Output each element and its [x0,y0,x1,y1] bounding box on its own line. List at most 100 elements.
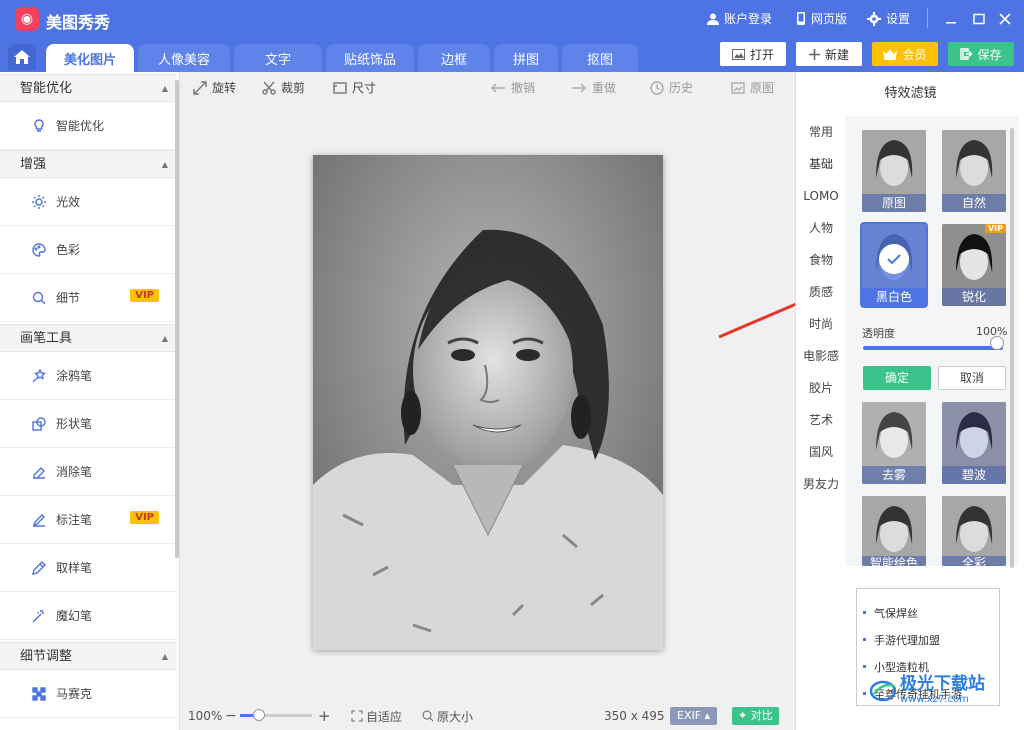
tab-stickers[interactable]: 贴纸饰品 [326,44,414,72]
filter-thumbnail[interactable]: 原图 [862,130,926,212]
filter-thumbnail[interactable]: 智能绘色 [862,496,926,566]
rotate-button[interactable]: 旋转 [193,79,236,96]
filter-label: 智能绘色 [862,556,926,566]
category-item[interactable]: 胶片 [796,372,846,404]
zoom-slider[interactable] [240,714,312,717]
redo-button[interactable]: 重做 [571,79,616,96]
minimize-icon [946,22,956,24]
tool-magic-pen[interactable]: 魔幻笔 [0,592,176,640]
account-login-button[interactable]: 账户登录 [707,10,772,27]
compare-button[interactable]: ✦ 对比 [732,707,779,725]
tool-doodle-pen[interactable]: 涂鸦笔 [0,352,176,400]
tool-sample-pen[interactable]: 取样笔 [0,544,176,592]
original-button[interactable]: 原图 [731,79,774,96]
tool-light[interactable]: 光效 [0,178,176,226]
category-item[interactable]: 质感 [796,276,846,308]
filter-thumbnail[interactable]: VIP 锐化 [942,224,1006,306]
section-header-enhance[interactable]: 增强 ▲ [0,150,176,178]
filter-thumbnail[interactable]: 碧波 [942,402,1006,484]
tab-beautify[interactable]: 美化图片 [46,44,134,72]
ad-link[interactable]: 气保焊丝 [863,599,999,626]
close-button[interactable] [994,9,1016,29]
zoom-in-button[interactable]: + [318,707,331,725]
exif-button[interactable]: EXIF ▴ [670,707,718,725]
tab-bar: 美化图片 人像美容 文字 贴纸饰品 边框 拼图 抠图 打开 新建 会员 保存 [0,38,1024,72]
category-item[interactable]: 常用 [796,116,846,148]
original-label: 原图 [750,81,775,95]
tool-color[interactable]: 色彩 [0,226,176,274]
maximize-button[interactable] [968,9,990,29]
section-header-detail[interactable]: 细节调整 ▲ [0,642,176,670]
opacity-slider[interactable] [863,346,1003,350]
filter-label: 自然 [942,194,1006,212]
minimize-button[interactable] [940,9,962,29]
crop-button[interactable]: 裁剪 [262,79,305,96]
filter-scrollbar[interactable] [1010,128,1014,568]
category-item[interactable]: LOMO [796,180,846,212]
vip-button[interactable]: 会员 [872,42,938,66]
tab-collage[interactable]: 拼图 [494,44,558,72]
new-label: 新建 [824,47,849,62]
settings-button[interactable]: 设置 [867,10,910,27]
filter-category-list: 常用 基础 LOMO 人物 食物 质感 时尚 电影感 胶片 艺术 国风 男友力 [796,116,846,500]
opacity-slider-knob[interactable] [990,336,1004,350]
section-header-brush[interactable]: 画笔工具 ▲ [0,324,176,352]
filter-panel: 特效滤镜 常用 基础 LOMO 人物 食物 质感 时尚 电影感 胶片 艺术 国风… [795,72,1024,730]
image-icon [731,48,745,60]
category-item[interactable]: 男友力 [796,468,846,500]
home-button[interactable] [8,44,36,70]
tool-detail[interactable]: 细节 VIP [0,274,176,322]
clock-icon [650,80,664,95]
category-item[interactable]: 人物 [796,212,846,244]
new-button[interactable]: 新建 [796,42,862,66]
fit-button[interactable]: 自适应 [351,708,402,725]
filter-thumbnail[interactable]: 去雾 [862,402,926,484]
left-scrollbar[interactable] [175,80,179,558]
opacity-label: 透明度 [862,327,895,340]
filter-thumbnail[interactable]: 全彩 [942,496,1006,566]
filter-thumbnail-selected[interactable]: 黑白色 [860,222,928,308]
section-title: 增强 [20,157,47,172]
category-item[interactable]: 时尚 [796,308,846,340]
tool-smart-optimize[interactable]: 智能优化 [0,102,176,150]
tab-portrait[interactable]: 人像美容 [138,44,230,72]
undo-button[interactable]: 撤销 [490,79,535,96]
category-item[interactable]: 国风 [796,436,846,468]
tab-border[interactable]: 边框 [418,44,490,72]
close-icon [999,13,1011,25]
web-version-button[interactable]: 网页版 [796,10,847,27]
tool-shape-pen[interactable]: 形状笔 [0,400,176,448]
filter-thumbnail[interactable]: 自然 [942,130,1006,212]
zoom-out-button[interactable]: − [225,708,237,724]
tool-mosaic[interactable]: 马赛克 [0,670,176,718]
size-button[interactable]: 尺寸 [333,79,376,96]
history-button[interactable]: 历史 [650,79,693,96]
actual-size-button[interactable]: 原大小 [422,708,473,725]
tool-annotate-pen[interactable]: 标注笔 VIP [0,496,176,544]
section-title: 画笔工具 [20,331,73,346]
confirm-button[interactable]: 确定 [863,366,931,390]
photo-canvas[interactable] [313,155,663,650]
tab-cutout[interactable]: 抠图 [562,44,638,72]
tool-label: 光效 [56,195,81,209]
category-item[interactable]: 食物 [796,244,846,276]
category-item[interactable]: 艺术 [796,404,846,436]
tab-text[interactable]: 文字 [234,44,322,72]
section-title: 细节调整 [20,649,73,664]
zoom-slider-knob[interactable] [253,709,265,721]
vip-badge: VIP [130,511,159,524]
section-header-smart[interactable]: 智能优化 ▲ [0,74,176,102]
category-item-active[interactable]: 基础 [796,148,846,180]
settings-label: 设置 [886,12,911,26]
filter-label: 去雾 [862,466,926,484]
save-button[interactable]: 保存 [948,42,1014,66]
open-button[interactable]: 打开 [720,42,786,66]
ad-link[interactable]: 手游代理加盟 [863,626,999,653]
magic-icon [32,609,44,622]
vip-label: 会员 [902,47,927,62]
app-logo-icon: ◉ [15,7,39,31]
cancel-button[interactable]: 取消 [938,366,1006,390]
collapse-arrow-icon: ▲ [161,160,168,169]
tool-eraser-pen[interactable]: 消除笔 [0,448,176,496]
category-item[interactable]: 电影感 [796,340,846,372]
